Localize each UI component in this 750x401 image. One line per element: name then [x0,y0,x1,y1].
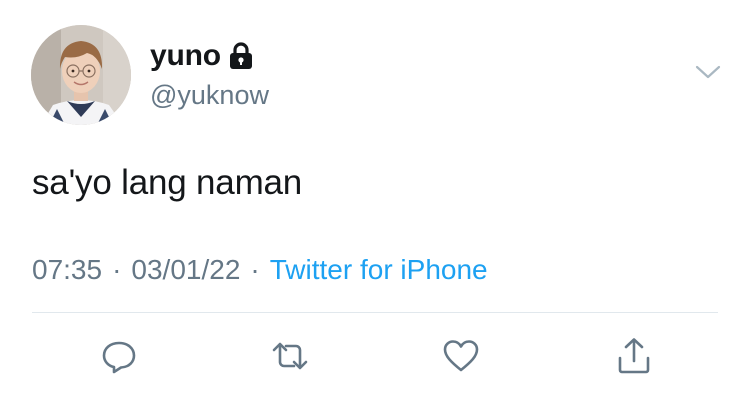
reply-icon[interactable] [99,336,139,376]
meta-separator: · [250,254,260,285]
user-handle[interactable]: @yuknow [150,80,269,111]
share-icon[interactable] [614,336,654,376]
tweet-time: 07:35 [32,254,103,285]
user-name-row[interactable]: yuno [150,38,253,74]
lock-icon [229,41,253,71]
heart-icon[interactable] [441,336,481,376]
retweet-icon[interactable] [270,336,310,376]
tweet-meta: 07:35 · 03/01/22 · Twitter for iPhone [32,254,488,286]
tweet-source-link[interactable]: Twitter for iPhone [270,254,488,286]
tweet-text: sa'yo lang naman [32,163,303,202]
chevron-down-icon[interactable] [694,62,722,82]
action-bar [0,336,750,376]
display-name[interactable]: yuno [150,39,221,73]
tweet-date: 03/01/22 [131,254,241,285]
divider [32,312,718,313]
profile-photo [31,25,131,125]
avatar[interactable] [31,25,131,125]
meta-separator: · [112,254,122,285]
tweet-detail: yuno @yuknow sa'yo lang naman 07:35 · 03… [0,0,750,401]
